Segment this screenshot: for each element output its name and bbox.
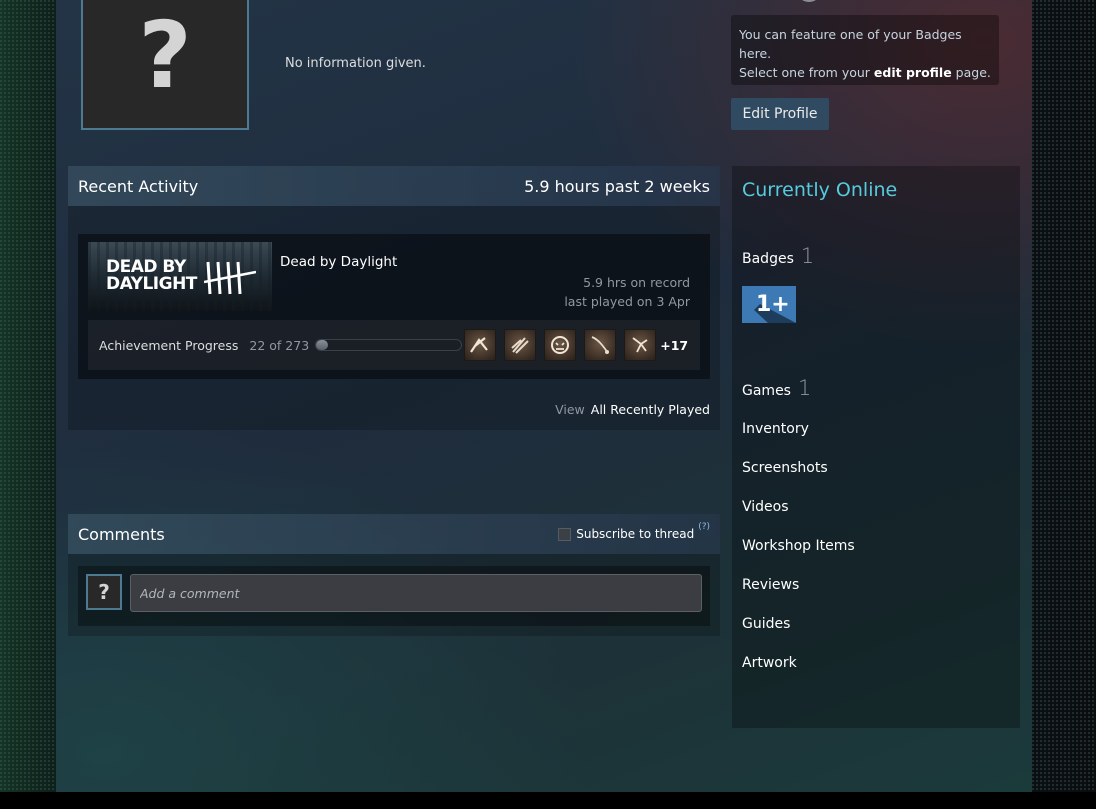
- level-ring-icon: [796, 0, 822, 2]
- achievement-progress-label: Achievement Progress: [99, 337, 239, 353]
- commenter-avatar: ?: [86, 574, 122, 610]
- link-guides[interactable]: Guides: [742, 616, 855, 655]
- achievement-icon[interactable]: [464, 329, 497, 361]
- achievement-icon[interactable]: [504, 329, 537, 361]
- recent-activity-section: Recent Activity 5.9 hours past 2 weeks D…: [68, 166, 720, 430]
- badges-count: 1: [800, 244, 815, 268]
- recent-activity-header: Recent Activity 5.9 hours past 2 weeks: [68, 166, 720, 206]
- games-link[interactable]: Games 1: [742, 376, 811, 400]
- achievement-progress-track: [315, 339, 463, 351]
- badge-notice-line-3: page.: [951, 65, 991, 80]
- edit-profile-link[interactable]: edit profile: [874, 65, 952, 80]
- game-capsule-image[interactable]: DEAD BY DAYLIGHT: [88, 242, 272, 311]
- achievement-icon[interactable]: [584, 329, 617, 361]
- game-hours-on-record: 5.9 hrs on record: [583, 275, 690, 290]
- edit-profile-button[interactable]: Edit Profile: [731, 98, 829, 130]
- page-footer-bar: [0, 792, 1096, 809]
- online-status: Currently Online: [742, 179, 898, 201]
- game-name-link[interactable]: Dead by Daylight: [280, 254, 397, 270]
- link-videos[interactable]: Videos: [742, 499, 855, 538]
- comments-header: Comments Subscribe to thread (?): [68, 514, 720, 554]
- all-recently-played-link[interactable]: All Recently Played: [591, 402, 710, 417]
- link-screenshots[interactable]: Screenshots: [742, 460, 855, 499]
- subscribe-checkbox[interactable]: [558, 527, 572, 541]
- comments-section: Comments Subscribe to thread (?) ?: [68, 514, 720, 636]
- recent-game-card: DEAD BY DAYLIGHT Dead by Daylight 5.9 hr…: [78, 234, 710, 379]
- link-inventory[interactable]: Inventory: [742, 421, 855, 460]
- achievement-progress-bar: Achievement Progress 22 of 273 +17: [88, 320, 700, 370]
- view-label: View: [555, 402, 585, 417]
- link-workshop-items[interactable]: Workshop Items: [742, 538, 855, 577]
- achievement-count: 22 of 273: [249, 337, 310, 353]
- link-reviews[interactable]: Reviews: [742, 577, 855, 616]
- games-label: Games: [742, 383, 791, 399]
- badges-label: Badges: [742, 251, 794, 267]
- logo-line-2: DAYLIGHT: [106, 274, 197, 294]
- profile-sidebar: Currently Online Badges 1 1+ Games 1 Inv…: [732, 166, 1020, 728]
- achievement-icon[interactable]: [624, 329, 657, 361]
- achievement-icons: [464, 329, 657, 361]
- featured-badge-notice: You can feature one of your Badges here.…: [731, 15, 999, 85]
- years-of-service-badge-icon[interactable]: 1+: [742, 286, 796, 323]
- help-link[interactable]: (?): [698, 522, 710, 532]
- more-achievements[interactable]: +17: [658, 329, 690, 361]
- avatar-placeholder-glyph: ?: [138, 2, 192, 109]
- badge-notice-line-2: Select one from your: [739, 65, 874, 80]
- comment-input[interactable]: [130, 574, 702, 612]
- comment-composer: ?: [78, 566, 710, 626]
- games-count: 1: [797, 376, 812, 400]
- game-logo-text: DEAD BY DAYLIGHT: [106, 259, 197, 293]
- badges-link[interactable]: Badges 1: [742, 244, 814, 268]
- comments-title: Comments: [78, 524, 165, 544]
- profile-summary: No information given.: [285, 56, 426, 71]
- badge-notice-line-1: You can feature one of your Badges here.: [739, 27, 962, 61]
- claw-marks-icon: [204, 261, 256, 295]
- view-all-recently-played: View All Recently Played: [555, 402, 710, 417]
- recent-activity-title: Recent Activity: [78, 176, 199, 196]
- subscribe-option: Subscribe to thread (?): [558, 522, 710, 541]
- link-artwork[interactable]: Artwork: [742, 655, 855, 694]
- profile-avatar: ?: [81, 0, 249, 130]
- badge-glyph: 1+: [756, 292, 790, 317]
- achievement-icon[interactable]: [544, 329, 577, 361]
- profile-links: Inventory Screenshots Videos Workshop It…: [742, 421, 855, 694]
- achievement-progress-fill: [316, 340, 328, 350]
- recent-hours-summary: 5.9 hours past 2 weeks: [524, 176, 710, 196]
- game-last-played: last played on 3 Apr: [564, 294, 690, 309]
- subscribe-label[interactable]: Subscribe to thread: [576, 527, 694, 541]
- profile-page: ? No information given. You can feature …: [56, 0, 1032, 792]
